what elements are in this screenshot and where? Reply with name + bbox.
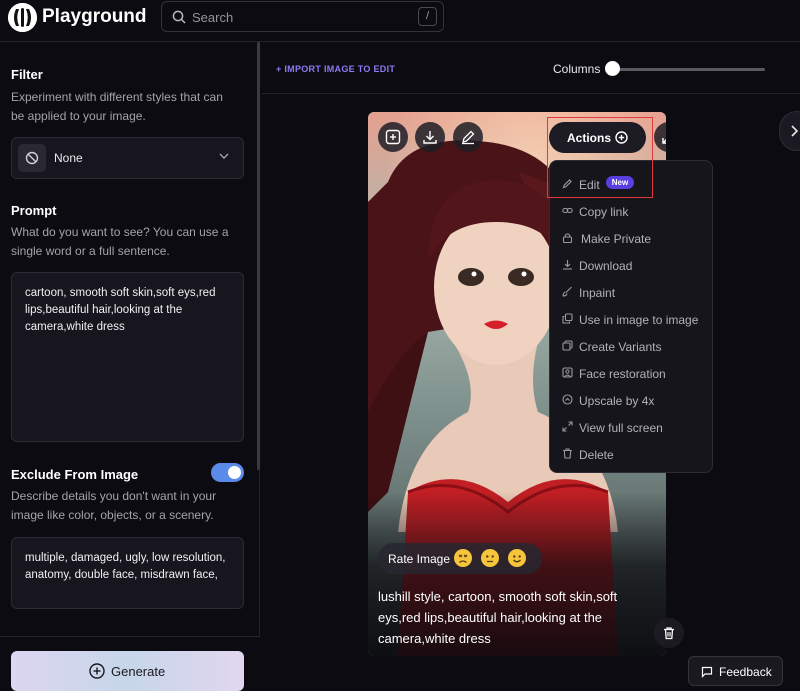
plus-circle-icon <box>89 663 105 679</box>
prompt-textarea[interactable]: cartoon, smooth soft skin,soft eys,red l… <box>11 272 244 442</box>
search-shortcut-key: / <box>418 7 437 26</box>
search-input[interactable]: Search / <box>161 1 444 32</box>
menu-item-label: Copy link <box>579 205 629 219</box>
rating-neutral-icon[interactable] <box>481 549 499 567</box>
link-icon <box>562 207 573 214</box>
filter-description: Experiment with different styles that ca… <box>11 90 223 123</box>
prompt-description: What do you want to see? You can use a s… <box>11 225 229 258</box>
chat-icon <box>701 666 713 678</box>
download-button[interactable] <box>415 122 445 152</box>
face-icon <box>562 367 573 378</box>
trash-icon <box>664 627 674 640</box>
rate-image-bar: Rate Image <box>378 543 542 574</box>
columns-slider[interactable] <box>607 68 765 71</box>
brush-icon <box>562 286 572 297</box>
generate-label: Generate <box>111 664 166 679</box>
exclude-textarea[interactable]: multiple, damaged, ugly, low resolution,… <box>11 537 244 609</box>
menu-item-label: Delete <box>579 448 614 462</box>
filter-select[interactable]: None <box>11 137 244 179</box>
menu-item-label: Upscale by 4x <box>579 394 655 408</box>
search-placeholder: Search <box>192 10 234 25</box>
copy-icon <box>562 313 573 324</box>
filter-heading: Filter <box>11 67 43 82</box>
actions-menu: Edit New Copy link Make Private Download… <box>549 160 713 473</box>
columns-label: Columns <box>553 62 601 76</box>
menu-item-label: Create Variants <box>579 340 662 354</box>
main-divider <box>262 93 800 94</box>
delete-image-button[interactable] <box>654 618 684 648</box>
download-icon <box>563 260 572 270</box>
import-image-link[interactable]: + IMPORT IMAGE TO EDIT <box>276 64 395 74</box>
filter-selected-value: None <box>54 151 83 165</box>
menu-item-label: Face restoration <box>579 367 666 381</box>
toggle-knob <box>228 466 241 479</box>
menu-item-label: Make Private <box>581 232 652 246</box>
chevron-down-icon <box>219 153 229 160</box>
next-arrow-button[interactable] <box>779 111 800 151</box>
add-square-icon <box>385 129 401 145</box>
exclude-heading: Exclude From Image <box>11 467 139 482</box>
playground-logo-icon[interactable] <box>8 3 37 32</box>
lock-icon <box>562 233 573 243</box>
chevron-right-icon <box>791 125 799 137</box>
exclude-toggle[interactable] <box>211 463 244 482</box>
rate-image-label: Rate Image <box>388 552 451 566</box>
menu-item-label: Download <box>579 259 633 273</box>
feedback-button[interactable]: Feedback <box>688 656 783 686</box>
prompt-heading: Prompt <box>11 203 57 218</box>
exclude-description: Describe details you don't want in your … <box>11 489 217 522</box>
search-icon <box>172 10 186 24</box>
expand-icon <box>662 138 666 144</box>
columns-slider-handle[interactable] <box>605 61 620 76</box>
menu-item-label: Use in image to image <box>579 313 699 327</box>
add-to-collection-button[interactable] <box>378 122 408 152</box>
sidebar-scrollbar[interactable] <box>257 42 260 470</box>
menu-item-label: Inpaint <box>579 286 616 300</box>
feedback-label: Feedback <box>719 665 772 679</box>
app-title[interactable]: Playground <box>42 6 147 28</box>
expand-icon <box>562 421 573 432</box>
generate-button[interactable]: Generate <box>11 651 244 691</box>
download-icon <box>423 131 437 144</box>
edit-button[interactable] <box>453 122 483 152</box>
upscale-icon <box>562 394 573 405</box>
rating-good-icon[interactable] <box>508 549 526 567</box>
top-bar: Playground Search / <box>0 0 800 42</box>
no-filter-icon <box>18 144 46 172</box>
rating-bad-icon[interactable] <box>454 549 472 567</box>
layers-icon <box>562 340 573 351</box>
image-caption: lushill style, cartoon, smooth soft skin… <box>378 589 618 646</box>
annotation-highlight-box <box>547 117 653 198</box>
pen-icon <box>462 130 475 145</box>
menu-item-label: View full screen <box>579 421 663 435</box>
trash-icon <box>563 448 572 459</box>
